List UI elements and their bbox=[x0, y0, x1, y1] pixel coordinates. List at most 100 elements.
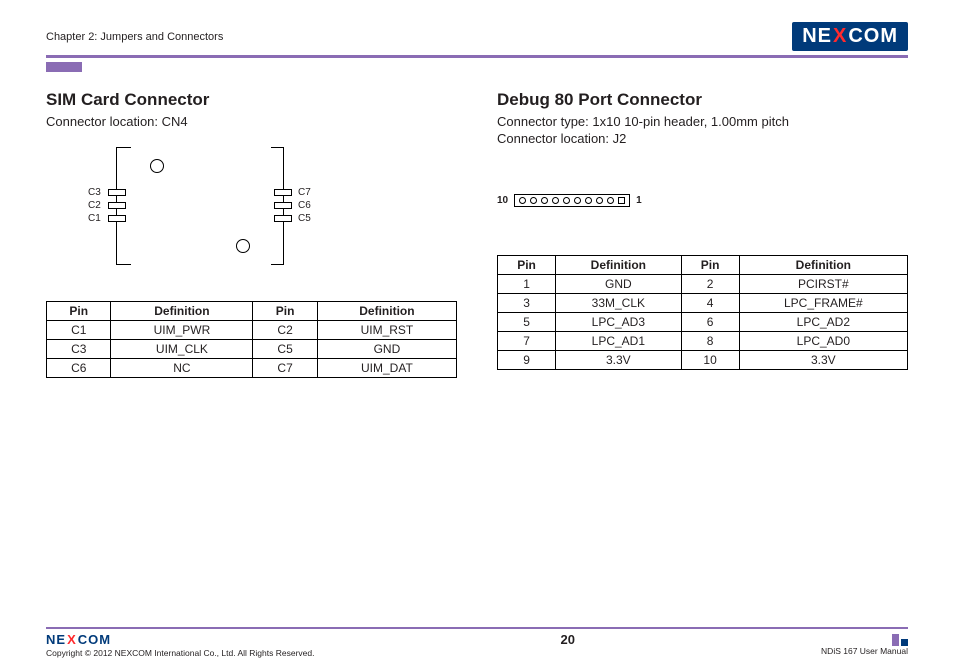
table-cell: LPC_AD0 bbox=[739, 332, 907, 351]
table-cell: LPC_FRAME# bbox=[739, 294, 907, 313]
pin-icon bbox=[574, 197, 581, 204]
sim-hole-icon bbox=[150, 159, 164, 173]
debug-header-body bbox=[514, 194, 630, 207]
pin-icon bbox=[552, 197, 559, 204]
table-cell: UIM_DAT bbox=[317, 359, 456, 378]
table-header: Definition bbox=[317, 302, 456, 321]
sim-title: SIM Card Connector bbox=[46, 90, 457, 110]
debug-location: Connector location: J2 bbox=[497, 131, 908, 146]
brand-pre: NE bbox=[802, 25, 832, 48]
sim-pad bbox=[274, 202, 292, 209]
table-cell: LPC_AD2 bbox=[739, 313, 907, 332]
pin-icon bbox=[563, 197, 570, 204]
debug-column: Debug 80 Port Connector Connector type: … bbox=[497, 90, 908, 378]
table-cell: 2 bbox=[681, 275, 739, 294]
page-number: 20 bbox=[561, 632, 575, 647]
sim-pad bbox=[108, 215, 126, 222]
table-cell: C5 bbox=[253, 340, 317, 359]
table-row: 1GND2PCIRST# bbox=[498, 275, 908, 294]
pin-label-10: 10 bbox=[497, 195, 508, 206]
table-cell: C3 bbox=[47, 340, 111, 359]
table-cell: 3 bbox=[498, 294, 556, 313]
decor-square-icon bbox=[901, 639, 908, 646]
table-header: Definition bbox=[111, 302, 253, 321]
table-cell: 1 bbox=[498, 275, 556, 294]
table-cell: 6 bbox=[681, 313, 739, 332]
pin-icon bbox=[585, 197, 592, 204]
table-cell: 8 bbox=[681, 332, 739, 351]
manual-name: NDiS 167 User Manual bbox=[821, 646, 908, 656]
chapter-title: Chapter 2: Jumpers and Connectors bbox=[46, 31, 223, 43]
table-header: Pin bbox=[498, 256, 556, 275]
pin-label: C3 bbox=[88, 187, 101, 198]
table-cell: 9 bbox=[498, 351, 556, 370]
table-cell: GND bbox=[317, 340, 456, 359]
pin-icon bbox=[607, 197, 614, 204]
table-header: Pin bbox=[253, 302, 317, 321]
pin1-square-icon bbox=[618, 197, 625, 204]
page-header: Chapter 2: Jumpers and Connectors NEXCOM bbox=[46, 22, 908, 51]
table-cell: PCIRST# bbox=[739, 275, 907, 294]
table-cell: C2 bbox=[253, 321, 317, 340]
sim-pad bbox=[108, 189, 126, 196]
table-header: Definition bbox=[556, 256, 681, 275]
page-footer: NEXCOM Copyright © 2012 NEXCOM Internati… bbox=[46, 627, 908, 658]
sim-pad bbox=[108, 202, 126, 209]
table-row: 7LPC_AD18LPC_AD0 bbox=[498, 332, 908, 351]
table-row: C1UIM_PWRC2UIM_RST bbox=[47, 321, 457, 340]
table-cell: 7 bbox=[498, 332, 556, 351]
pin-icon bbox=[519, 197, 526, 204]
pin-icon bbox=[530, 197, 537, 204]
brand-post: COM bbox=[848, 25, 898, 48]
pin-label: C2 bbox=[88, 200, 101, 211]
table-cell: 3.3V bbox=[739, 351, 907, 370]
footer-rule bbox=[46, 627, 908, 629]
brand-x: X bbox=[833, 25, 847, 48]
table-cell: C1 bbox=[47, 321, 111, 340]
sim-location: Connector location: CN4 bbox=[46, 114, 457, 129]
pin-label: C5 bbox=[298, 213, 311, 224]
table-cell: 33M_CLK bbox=[556, 294, 681, 313]
sim-body-outline bbox=[116, 147, 284, 265]
table-cell: LPC_AD3 bbox=[556, 313, 681, 332]
brand-logo: NEXCOM bbox=[792, 22, 908, 51]
table-header: Pin bbox=[47, 302, 111, 321]
debug-title: Debug 80 Port Connector bbox=[497, 90, 908, 110]
sim-column: SIM Card Connector Connector location: C… bbox=[46, 90, 457, 378]
pin-label: C7 bbox=[298, 187, 311, 198]
table-header: Definition bbox=[739, 256, 907, 275]
sim-pad bbox=[274, 215, 292, 222]
copyright-text: Copyright © 2012 NEXCOM International Co… bbox=[46, 648, 314, 658]
content-columns: SIM Card Connector Connector location: C… bbox=[46, 90, 908, 378]
debug-type: Connector type: 1x10 10-pin header, 1.00… bbox=[497, 114, 908, 129]
table-cell: C7 bbox=[253, 359, 317, 378]
decor-square-icon bbox=[892, 634, 899, 646]
table-cell: 5 bbox=[498, 313, 556, 332]
table-cell: GND bbox=[556, 275, 681, 294]
table-cell: 3.3V bbox=[556, 351, 681, 370]
sim-pad bbox=[274, 189, 292, 196]
table-header: Pin bbox=[681, 256, 739, 275]
pin-label: C6 bbox=[298, 200, 311, 211]
table-row: C6NCC7UIM_DAT bbox=[47, 359, 457, 378]
table-cell: 10 bbox=[681, 351, 739, 370]
footer-right: NDiS 167 User Manual bbox=[821, 632, 908, 656]
table-cell: UIM_RST bbox=[317, 321, 456, 340]
section-bar bbox=[46, 62, 82, 72]
table-cell: UIM_CLK bbox=[111, 340, 253, 359]
table-row: 93.3V103.3V bbox=[498, 351, 908, 370]
table-cell: 4 bbox=[681, 294, 739, 313]
sim-pinout-table: PinDefinitionPinDefinition C1UIM_PWRC2UI… bbox=[46, 301, 457, 378]
pin-icon bbox=[541, 197, 548, 204]
table-cell: UIM_PWR bbox=[111, 321, 253, 340]
brand-logo-footer: NEXCOM bbox=[46, 632, 111, 647]
footer-left: NEXCOM Copyright © 2012 NEXCOM Internati… bbox=[46, 632, 314, 658]
table-row: 5LPC_AD36LPC_AD2 bbox=[498, 313, 908, 332]
table-cell: LPC_AD1 bbox=[556, 332, 681, 351]
pin-label: C1 bbox=[88, 213, 101, 224]
table-cell: NC bbox=[111, 359, 253, 378]
pin-icon bbox=[596, 197, 603, 204]
debug-pinout-table: PinDefinitionPinDefinition 1GND2PCIRST#3… bbox=[497, 255, 908, 370]
debug-diagram: 10 1 bbox=[497, 194, 908, 207]
sim-diagram: C3 C2 C1 C7 C6 C5 bbox=[46, 147, 457, 279]
